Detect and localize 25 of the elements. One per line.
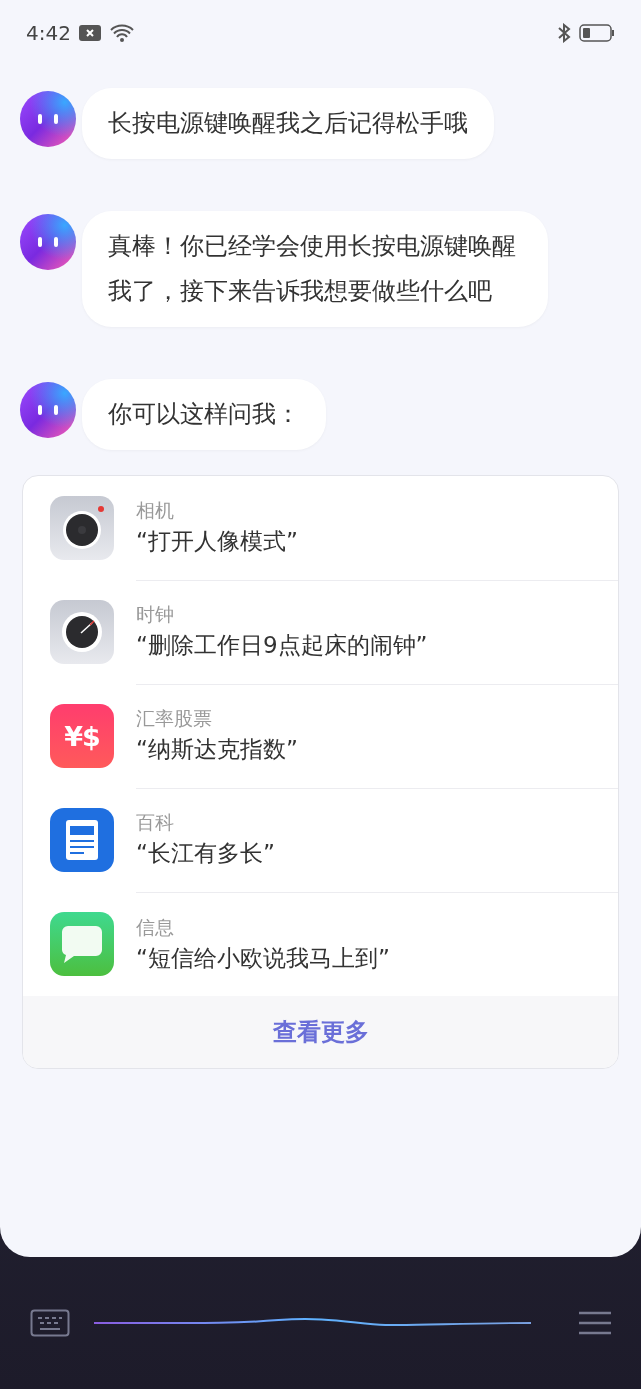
message-bubble: 长按电源键唤醒我之后记得松手哦 bbox=[82, 88, 494, 159]
assistant-avatar bbox=[20, 214, 76, 270]
assistant-avatar bbox=[20, 91, 76, 147]
example-query[interactable]: “删除工作日9点起床的闹钟” bbox=[136, 630, 618, 661]
app-name: 时钟 bbox=[136, 602, 175, 627]
keyboard-icon[interactable] bbox=[30, 1309, 70, 1337]
bluetooth-icon bbox=[557, 23, 571, 43]
message-bubble: 真棒！你已经学会使用长按电源键唤醒我了，接下来告诉我想要做些什么吧 bbox=[82, 211, 548, 327]
app-name: 信息 bbox=[136, 914, 175, 940]
wifi-icon bbox=[108, 23, 135, 43]
menu-icon[interactable] bbox=[579, 1311, 611, 1335]
battery-icon bbox=[579, 24, 615, 42]
status-time: 4:42 bbox=[26, 21, 71, 45]
example-query[interactable]: “短信给小欧说我马上到” bbox=[136, 942, 618, 974]
example-query[interactable]: “打开人像模式” bbox=[136, 526, 618, 557]
see-more-button[interactable]: 查看更多 bbox=[23, 996, 618, 1068]
currency-app-icon: ¥$ bbox=[50, 704, 114, 768]
notification-icon bbox=[78, 25, 101, 41]
example-query[interactable]: “纳斯达克指数” bbox=[136, 734, 618, 765]
app-name: 相机 bbox=[136, 498, 175, 523]
example-query[interactable]: “长江有多长” bbox=[136, 838, 618, 869]
assistant-avatar bbox=[20, 382, 76, 438]
message-bubble: 你可以这样问我： bbox=[82, 379, 326, 450]
app-name: 汇率股票 bbox=[136, 706, 213, 731]
app-name: 百科 bbox=[136, 810, 175, 835]
